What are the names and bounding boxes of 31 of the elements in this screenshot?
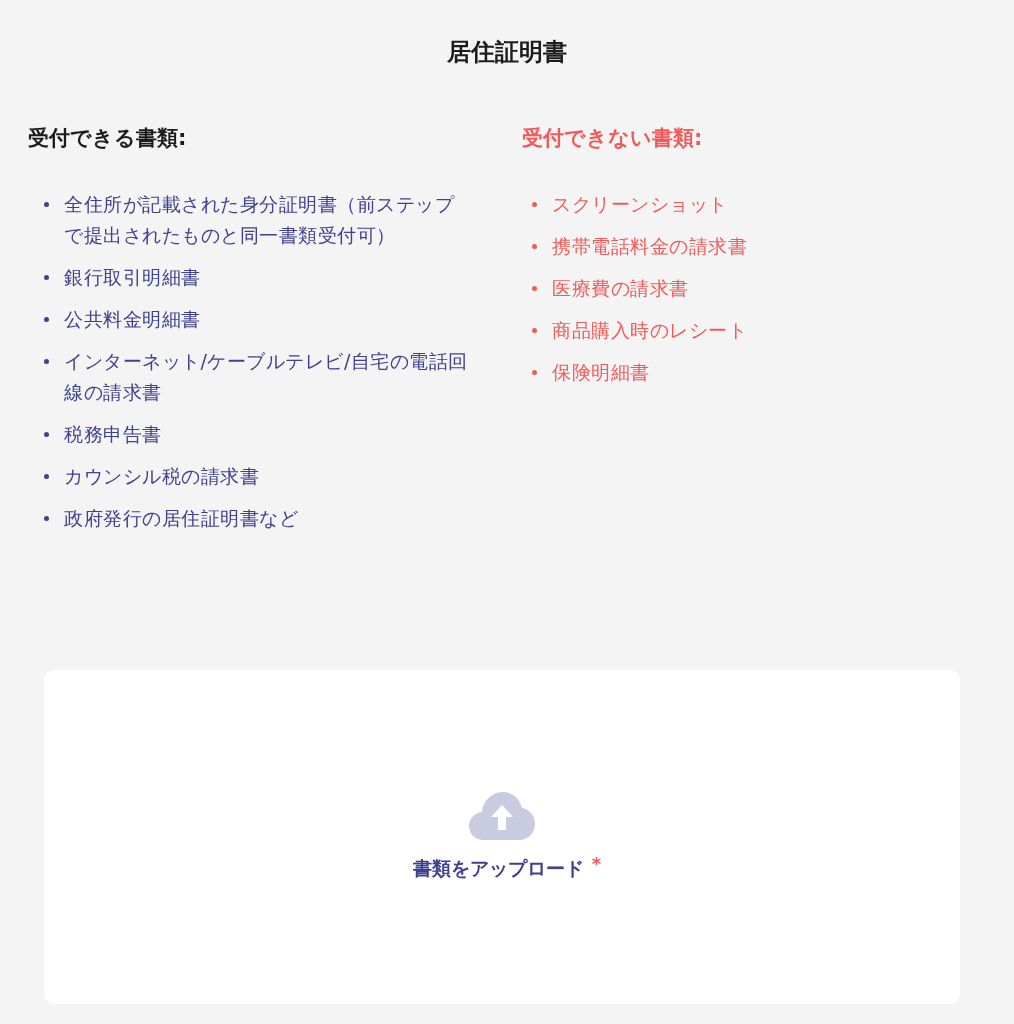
bullet-icon (44, 432, 49, 437)
bullet-icon (44, 202, 49, 207)
upload-label: 書類をアップロード (412, 856, 584, 881)
bullet-icon (44, 516, 49, 521)
list-item-text: カウンシル税の請求書 (64, 464, 260, 489)
bullet-icon (532, 328, 537, 333)
bullet-icon (532, 244, 537, 249)
list-item-text: 銀行取引明細書 (64, 265, 202, 290)
bullet-icon (532, 286, 537, 291)
accepted-heading: 受付できる書類: (28, 125, 187, 152)
bullet-icon (532, 370, 537, 375)
list-item-text: 携帯電話料金の請求書 (552, 234, 747, 259)
bullet-icon (44, 275, 49, 280)
rejected-heading: 受付できない書類: (522, 125, 703, 152)
list-item-text: 政府発行の居住証明書など (64, 506, 299, 531)
bullet-icon (532, 202, 537, 207)
cloud-upload-icon (469, 792, 535, 840)
list-item-text: 商品購入時のレシート (552, 318, 747, 343)
upload-dropzone[interactable]: 書類をアップロード * (44, 670, 960, 1004)
bullet-icon (44, 317, 49, 322)
list-item-text: 保険明細書 (552, 360, 650, 385)
page-title: 居住証明書 (446, 37, 568, 68)
list-item-text: 全住所が記載された身分証明書（前ステップで提出されたものと同一書類受付可） (64, 192, 456, 248)
required-mark: * (591, 854, 602, 874)
bullet-icon (44, 359, 49, 364)
bullet-icon (44, 474, 49, 479)
list-item-text: 医療費の請求書 (552, 276, 689, 301)
list-item-text: スクリーンショット (552, 192, 728, 217)
list-item-text: 公共料金明細書 (64, 307, 202, 332)
list-item-text: 税務申告書 (64, 422, 163, 447)
list-item-text: インターネット/ケーブルテレビ/自宅の電話回線の請求書 (64, 349, 469, 405)
